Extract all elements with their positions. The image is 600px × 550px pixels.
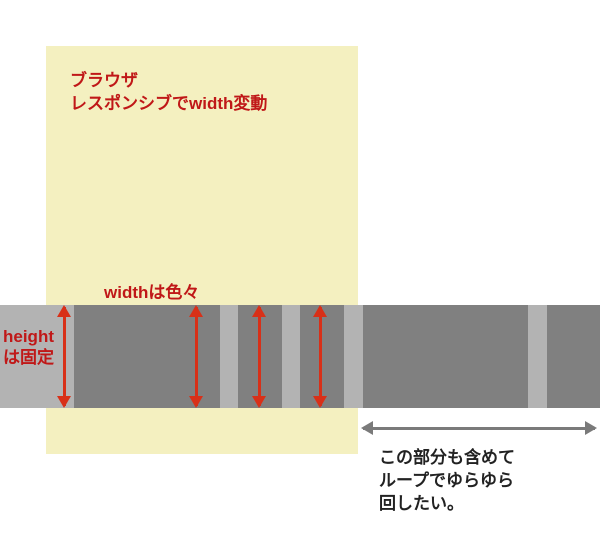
height-arrow-icon bbox=[252, 307, 266, 406]
height-arrow-icon bbox=[313, 307, 327, 406]
overflow-span-arrow-icon bbox=[363, 421, 595, 435]
height-arrow-icon bbox=[57, 307, 71, 406]
height-fixed-label: height は固定 bbox=[3, 326, 54, 369]
width-varies-label: widthは色々 bbox=[104, 278, 199, 303]
strip-block bbox=[363, 305, 528, 408]
height-arrow-icon bbox=[189, 307, 203, 406]
loop-caption: この部分も含めて ループでゆらゆら 回したい。 bbox=[379, 447, 515, 516]
strip-block bbox=[547, 305, 600, 408]
image-strip bbox=[0, 305, 600, 408]
browser-label: ブラウザ レスポンシブでwidth変動 bbox=[70, 70, 267, 116]
